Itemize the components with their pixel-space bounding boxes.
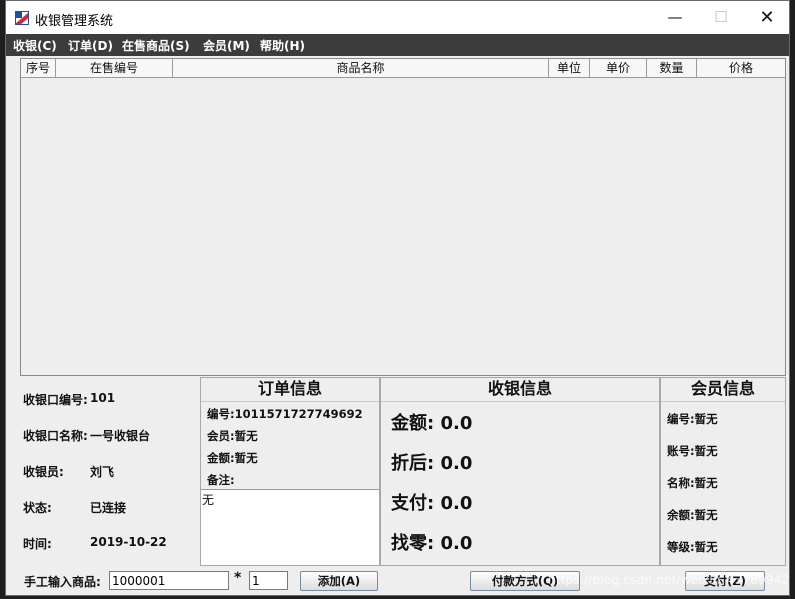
product-code-input[interactable] xyxy=(109,571,229,590)
member-balance: 余额:暂无 xyxy=(667,508,718,522)
column-header-quantity[interactable]: 数量 xyxy=(647,59,697,77)
column-header-unit-price[interactable]: 单价 xyxy=(590,59,647,77)
minimize-icon[interactable]: — xyxy=(652,1,698,34)
cashier-info-panel: 收银信息 金额: 0.0 折后: 0.0 支付: 0.0 找零: 0.0 xyxy=(380,377,660,566)
menu-products-on-sale[interactable]: 在售商品(S) xyxy=(122,37,190,54)
register-info: 收银口编号: 101 收银口名称: 一号收银台 收银员: 刘飞 状态: 已连接 … xyxy=(20,378,200,566)
table-header: 序号 在售编号 商品名称 单位 单价 数量 价格 xyxy=(21,59,785,78)
change-value: 找零: 0.0 xyxy=(391,533,473,554)
quantity-input[interactable] xyxy=(249,571,288,590)
cart-table[interactable]: 序号 在售编号 商品名称 单位 单价 数量 价格 xyxy=(20,58,786,376)
column-header-index[interactable]: 序号 xyxy=(21,59,56,77)
cashier-window: 收银管理系统 — ☐ ✕ 收银(C) 订单(D) 在售商品(S) 会员(M) 帮… xyxy=(5,0,790,596)
title-bar: 收银管理系统 — ☐ ✕ xyxy=(6,1,789,34)
menu-members[interactable]: 会员(M) xyxy=(203,37,250,54)
order-member: 会员:暂无 xyxy=(207,429,258,443)
menu-bar: 收银(C) 订单(D) 在售商品(S) 会员(M) 帮助(H) xyxy=(6,34,789,56)
status-label: 状态: xyxy=(23,501,52,515)
discounted-value: 折后: 0.0 xyxy=(391,453,473,474)
member-info-panel: 会员信息 编号:暂无 账号:暂无 名称:暂无 余额:暂无 等级:暂无 xyxy=(660,377,786,566)
order-info-title: 订单信息 xyxy=(201,378,379,402)
order-note-label: 备注: xyxy=(207,473,235,487)
cashier-value: 刘飞 xyxy=(90,465,115,479)
order-note-textarea[interactable]: 无 xyxy=(201,489,379,565)
order-amount: 金额:暂无 xyxy=(207,451,258,465)
member-info-title: 会员信息 xyxy=(661,378,785,402)
maximize-icon[interactable]: ☐ xyxy=(698,1,744,34)
paid-value: 支付: 0.0 xyxy=(391,493,473,514)
add-button[interactable]: 添加(A) xyxy=(300,571,378,591)
column-header-product-name[interactable]: 商品名称 xyxy=(173,59,549,77)
column-header-sale-id[interactable]: 在售编号 xyxy=(56,59,173,77)
background-right xyxy=(790,0,795,599)
close-icon[interactable]: ✕ xyxy=(744,1,789,34)
manual-input-label: 手工输入商品: xyxy=(24,575,101,589)
register-name-value: 一号收银台 xyxy=(90,429,151,443)
register-name-label: 收银口名称: xyxy=(23,429,88,443)
status-value: 已连接 xyxy=(90,501,127,515)
amount-value: 金额: 0.0 xyxy=(391,413,473,434)
watermark-text: https://blog.csdn.net/weixin_43789942 xyxy=(548,573,790,587)
member-level: 等级:暂无 xyxy=(667,540,718,554)
menu-help[interactable]: 帮助(H) xyxy=(260,37,305,54)
multiply-sign: * xyxy=(234,570,242,586)
time-label: 时间: xyxy=(23,537,52,551)
window-title: 收银管理系统 xyxy=(35,14,114,29)
menu-cashier[interactable]: 收银(C) xyxy=(13,37,57,54)
cashier-label: 收银员: xyxy=(23,465,64,479)
column-header-unit[interactable]: 单位 xyxy=(549,59,590,77)
app-logo-icon xyxy=(15,11,29,25)
column-header-price[interactable]: 价格 xyxy=(697,59,785,77)
register-id-label: 收银口编号: xyxy=(23,393,88,407)
order-number: 编号:1011571727749692 xyxy=(207,407,363,421)
menu-orders[interactable]: 订单(D) xyxy=(68,37,113,54)
member-account: 账号:暂无 xyxy=(667,444,718,458)
time-value: 2019-10-22 xyxy=(90,535,167,549)
member-name: 名称:暂无 xyxy=(667,476,718,490)
cashier-info-title: 收银信息 xyxy=(381,378,659,402)
order-info-panel: 订单信息 编号:1011571727749692 会员:暂无 金额:暂无 备注:… xyxy=(200,377,380,566)
member-number: 编号:暂无 xyxy=(667,412,718,426)
register-id-value: 101 xyxy=(90,391,116,405)
